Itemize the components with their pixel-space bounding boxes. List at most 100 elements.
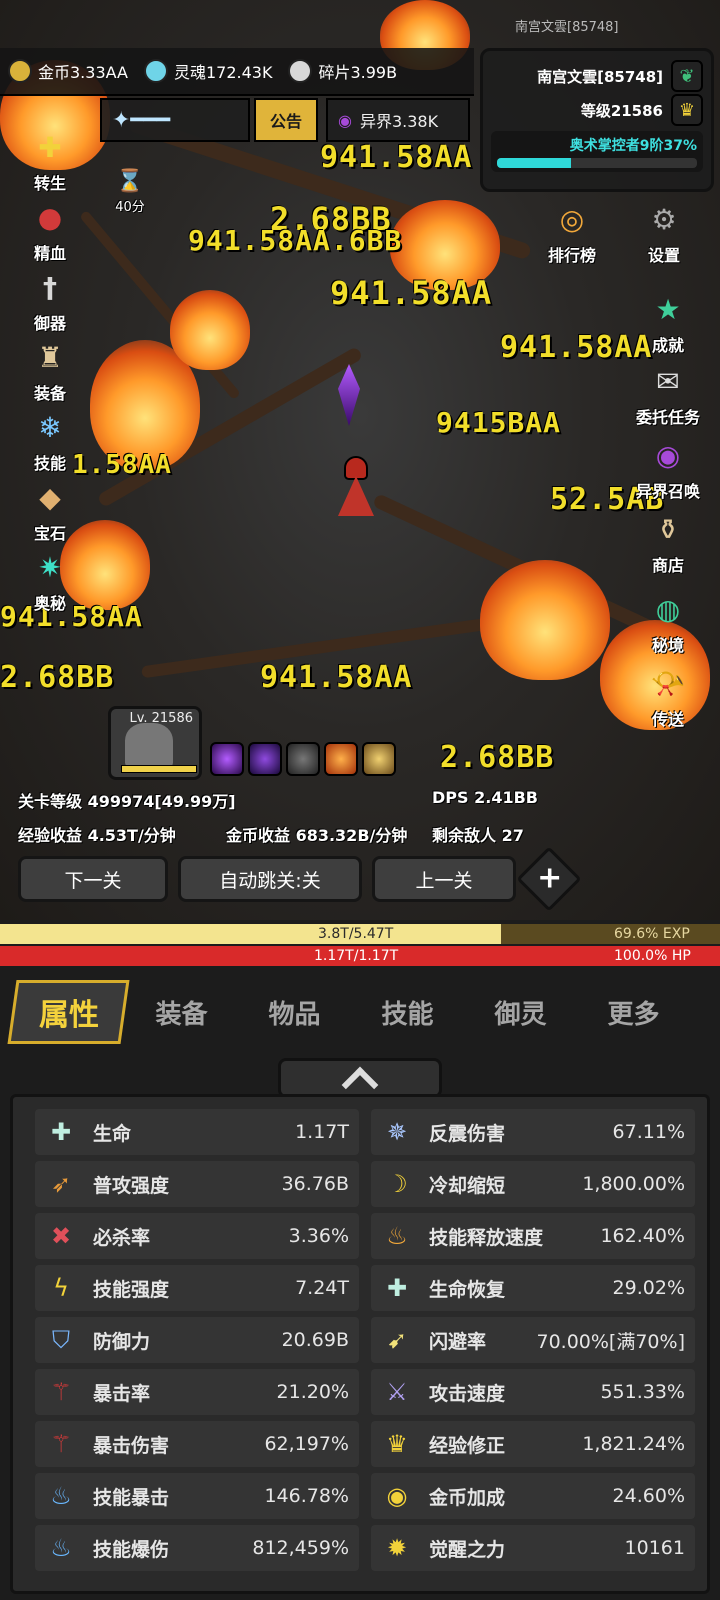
guild-feather-icon[interactable]: ❦ <box>671 60 703 92</box>
skill-slot-3[interactable] <box>286 742 320 776</box>
stat-value: 7.24T <box>295 1277 349 1299</box>
stat-name: 觉醒之力 <box>429 1538 506 1561</box>
ranking-icon: ◎ <box>559 203 585 236</box>
menu-shop[interactable]: ⚱ 商店 <box>636 510 700 576</box>
menu-commissions[interactable]: ✉ 委托任务 <box>630 362 706 428</box>
cast-speed-flame-icon: ♨ <box>386 1222 408 1250</box>
menu-arcane[interactable]: ✷ 奥秘 <box>18 548 82 614</box>
next-stage-button[interactable]: 下一关 <box>18 856 168 902</box>
portal-icon: ◉ <box>655 439 681 472</box>
menu-secret-realm[interactable]: ◍ 秘境 <box>636 590 700 656</box>
shop-icon: ⚱ <box>656 513 680 546</box>
stat-life-regen: ✚ 生命恢复 29.02% <box>371 1265 695 1311</box>
stat-crit-damage: ⚚ 暴击伤害 62,197% <box>35 1421 359 1467</box>
damage-number: 941.58AA <box>500 330 653 365</box>
crown-icon[interactable]: ♛ <box>671 94 703 126</box>
tab-attributes[interactable]: 属性 <box>7 980 130 1044</box>
stat-cast-speed: ♨ 技能释放速度 162.40% <box>371 1213 695 1259</box>
tab-skills[interactable]: 技能 <box>351 980 464 1044</box>
auto-skip-toggle[interactable]: 自动跳关:关 <box>178 856 362 902</box>
stat-grid: ✚ 生命 1.17T ✵ 反震伤害 67.11% ➶ 普攻强度 36.76B ☽ 冷却缩短 1,… <box>35 1109 695 1571</box>
timer-label: 40分 <box>115 200 145 215</box>
shard-icon <box>288 59 313 83</box>
exp-rate: 经验收益 4.53T/分钟 <box>18 826 176 845</box>
menu-equipment[interactable]: ♜ 装备 <box>18 338 82 404</box>
damage-number: 941.58AA.6BB <box>188 224 403 257</box>
stat-value: 24.60% <box>612 1485 685 1507</box>
damage-number: 2.68BB <box>440 740 555 775</box>
stat-name: 必杀率 <box>93 1226 151 1249</box>
reflect-burst-icon: ✵ <box>386 1118 408 1146</box>
fire-effect <box>480 560 610 680</box>
menu-settings[interactable]: ⚙ 设置 <box>632 200 696 266</box>
player-profile[interactable]: 南宫文雲[85748] ❦ 等级21586 ♛ 奥术掌控者9阶37% <box>480 48 714 192</box>
previous-stage-button[interactable]: 上一关 <box>372 856 516 902</box>
stat-crit-rate: ⚚ 暴击率 21.20% <box>35 1369 359 1415</box>
arcane-mastery[interactable]: 奥术掌控者9阶37% <box>491 131 703 172</box>
stat-value: 20.69B <box>281 1329 349 1351</box>
arcane-progress-fill <box>497 158 571 168</box>
skill-slot-1[interactable] <box>210 742 244 776</box>
stat-name: 技能强度 <box>93 1278 170 1301</box>
profile-name-row: 南宫文雲[85748] ❦ <box>491 59 703 93</box>
arcane-star-icon: ✷ <box>38 551 62 584</box>
hp-percent: 100.0% HP <box>614 948 691 964</box>
stat-value: 36.76B <box>281 1173 349 1195</box>
regen-cross-icon: ✚ <box>386 1274 408 1302</box>
menu-teleport[interactable]: 📯 传送 <box>636 664 700 730</box>
resource-shard: 碎片3.99B <box>288 59 397 83</box>
overlay-player-name: 南宫文雲[85748] <box>515 20 619 35</box>
attack-feather-icon: ➶ <box>50 1170 72 1198</box>
menu-gems-label: 宝石 <box>33 524 66 543</box>
menu-ranking[interactable]: ◎ 排行榜 <box>540 200 604 266</box>
menu-gems[interactable]: ◆ 宝石 <box>18 478 82 544</box>
notice-button[interactable]: 公告 <box>254 98 318 142</box>
menu-blood[interactable]: ● 精血 <box>18 198 82 264</box>
menu-otherworld-summon[interactable]: ◉ 异界召唤 <box>630 436 706 502</box>
mage-robe <box>338 476 374 516</box>
resource-bar: 金币3.33AA 灵魂172.43K 碎片3.99B <box>0 48 474 96</box>
collapse-panel-button[interactable] <box>278 1058 442 1104</box>
life-cross-icon: ✚ <box>50 1118 72 1146</box>
skill-slot-5[interactable] <box>362 742 396 776</box>
tab-items[interactable]: 物品 <box>238 980 351 1044</box>
menu-weapon-spirit[interactable]: † 御器 <box>18 268 82 334</box>
hp-text: 1.17T/1.17T <box>314 948 399 964</box>
gold-coin-icon <box>8 59 32 83</box>
stat-value: 1.17T <box>295 1121 349 1143</box>
menu-skills[interactable]: ❄ 技能 <box>18 408 82 474</box>
stat-value: 29.02% <box>612 1277 685 1299</box>
skill-crit-flame-icon: ♨ <box>50 1482 72 1510</box>
menu-skills-label: 技能 <box>33 454 66 473</box>
menu-achievement[interactable]: ★ 成就 <box>636 290 700 356</box>
stat-skill-power: ϟ 技能强度 7.24T <box>35 1265 359 1311</box>
gold-rate: 金币收益 683.32B/分钟 <box>226 826 408 845</box>
otherworld-value: 异界3.38K <box>359 112 439 131</box>
stat-awakening-power: ✹ 觉醒之力 10161 <box>371 1525 695 1571</box>
timer-badge: ⌛ 40分 <box>98 170 162 216</box>
rebirth-icon: ✚ <box>38 131 62 164</box>
stat-value: 551.33% <box>600 1381 685 1403</box>
damage-number: 941.58AA <box>260 660 413 695</box>
player-name: 南宫文雲[85748] <box>537 67 663 86</box>
tab-equipment[interactable]: 装备 <box>125 980 238 1044</box>
awakening-icon: ✹ <box>386 1534 408 1562</box>
weapon-slot[interactable]: ✦━━━ <box>100 98 250 142</box>
resource-gold: 金币3.33AA <box>8 59 128 83</box>
skill-slot-4[interactable] <box>324 742 358 776</box>
damage-number: 9415BAA <box>436 406 562 439</box>
menu-rebirth[interactable]: ✚ 转生 <box>18 128 82 194</box>
tab-spirits[interactable]: 御灵 <box>464 980 577 1044</box>
stat-skill-crit: ♨ 技能暴击 146.78% <box>35 1473 359 1519</box>
stat-kill-rate: ✖ 必杀率 3.36% <box>35 1213 359 1259</box>
blood-icon: ● <box>37 201 63 234</box>
tab-more[interactable]: 更多 <box>577 980 690 1044</box>
stage-level: 关卡等级 499974[49.99万] <box>18 792 236 811</box>
skill-slot-2[interactable] <box>248 742 282 776</box>
pet-card[interactable]: Lv. 21586 <box>108 706 202 780</box>
menu-teleport-label: 传送 <box>651 710 684 729</box>
stat-name: 攻击速度 <box>429 1382 506 1405</box>
arcane-mastery-label: 奥术掌控者9阶37% <box>569 138 697 154</box>
stat-name: 暴击率 <box>93 1382 151 1405</box>
player-level: 等级21586 <box>580 101 663 120</box>
